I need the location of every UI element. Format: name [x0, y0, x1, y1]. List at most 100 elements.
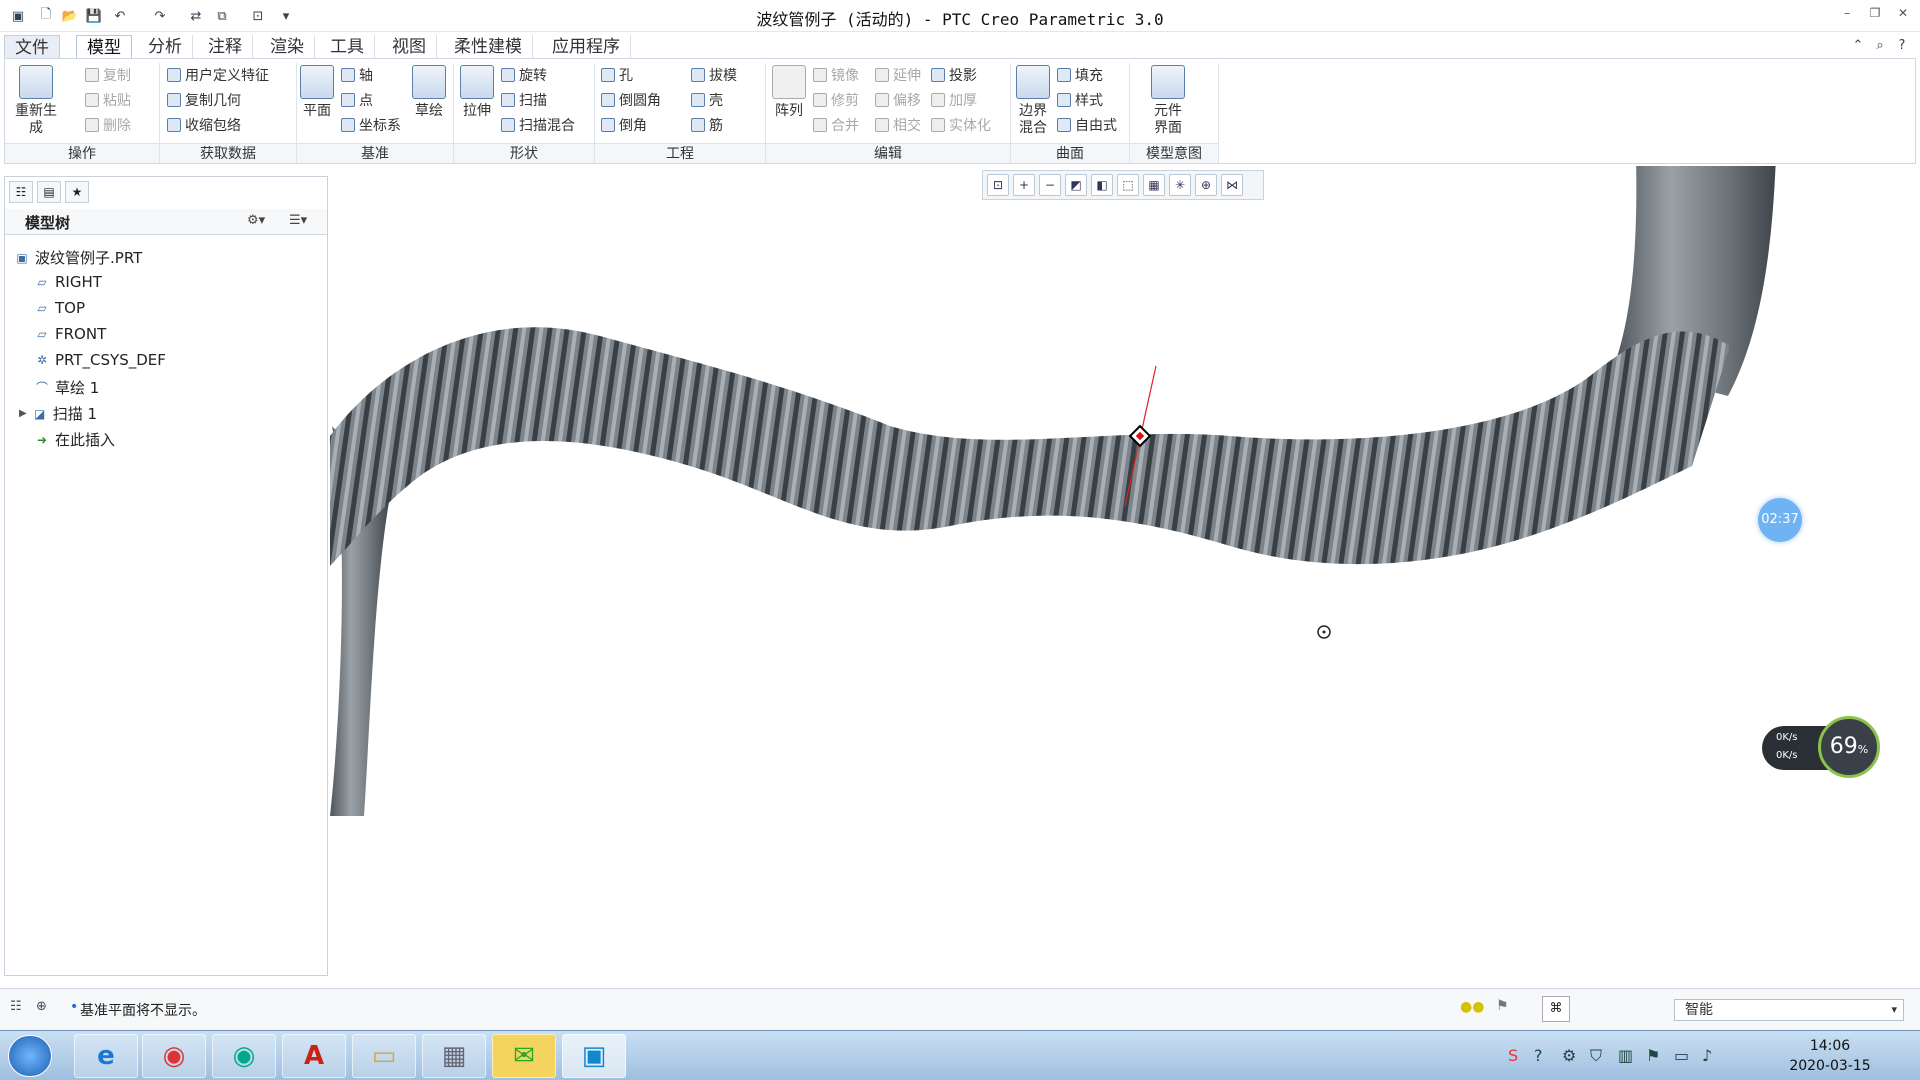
repaint-icon[interactable]: ◩ — [1065, 174, 1087, 196]
freestyle-button[interactable]: 自由式 — [1057, 115, 1117, 135]
collapse-ribbon-icon[interactable]: ⌃ — [1848, 35, 1868, 55]
refit-icon[interactable]: ⊡ — [987, 174, 1009, 196]
help-icon[interactable]: ? — [1892, 35, 1912, 55]
group-datum[interactable]: 基准 — [297, 143, 453, 163]
tab-tools[interactable]: 工具 — [320, 35, 375, 59]
chamfer-button[interactable]: 倒角 — [601, 115, 647, 135]
group-get-data[interactable]: 获取数据 — [160, 143, 296, 163]
chrome-taskbar-icon[interactable]: ◉ — [142, 1034, 206, 1078]
csys-button[interactable]: 坐标系 — [341, 115, 401, 135]
group-editing[interactable]: 编辑 — [766, 143, 1010, 163]
start-button[interactable] — [8, 1035, 52, 1077]
extend-button[interactable]: 延伸 — [875, 65, 921, 85]
flag-icon[interactable]: ⚑ — [1496, 998, 1509, 1014]
project-button[interactable]: 投影 — [931, 65, 977, 85]
volume-icon[interactable]: ♪ — [1702, 1046, 1712, 1065]
show-navigator-icon[interactable]: ☷ — [10, 999, 22, 1014]
regen-status-icon[interactable]: ●● — [1460, 999, 1484, 1015]
tab-analysis[interactable]: 分析 — [138, 35, 193, 59]
find-icon[interactable]: ⌘ — [1542, 996, 1570, 1022]
expand-arrow-icon[interactable]: ▶ — [19, 408, 27, 419]
datum-display-icon[interactable]: ✳ — [1169, 174, 1191, 196]
explorer-taskbar-icon[interactable]: ▭ — [352, 1034, 416, 1078]
pattern-button[interactable]: 阵列 — [769, 65, 809, 120]
monitor-tray-icon[interactable]: ▭ — [1674, 1046, 1689, 1065]
sogou-tray-icon[interactable]: S — [1508, 1046, 1518, 1065]
chrome-alt-taskbar-icon[interactable]: ◉ — [212, 1034, 276, 1078]
udf-button[interactable]: 用户定义特征 — [167, 65, 269, 85]
hole-button[interactable]: 孔 — [601, 65, 633, 85]
round-button[interactable]: 倒圆角 — [601, 90, 661, 110]
shield-icon[interactable]: ⛉ — [1590, 1046, 1602, 1066]
show-browser-icon[interactable]: ⊕ — [36, 999, 47, 1014]
model-tree-tab-icon[interactable]: ☷ — [9, 181, 33, 203]
tab-annotate[interactable]: 注释 — [198, 35, 253, 59]
regenerate-button[interactable]: 重新生成 — [11, 65, 61, 137]
extrude-button[interactable]: 拉伸 — [457, 65, 497, 120]
boundary-blend-button[interactable]: 边界混合 — [1011, 65, 1055, 137]
selection-filter-dropdown[interactable]: 智能 ▾ — [1674, 999, 1904, 1021]
tab-applications[interactable]: 应用程序 — [542, 35, 631, 59]
fill-button[interactable]: 填充 — [1057, 65, 1103, 85]
sweep-button[interactable]: 扫描 — [501, 90, 547, 110]
copy-button[interactable]: 复制 — [85, 65, 131, 85]
group-shapes[interactable]: 形状 — [454, 143, 594, 163]
minimize-icon[interactable]: – — [1836, 6, 1858, 26]
spin-center-icon[interactable]: ⊕ — [1195, 174, 1217, 196]
tree-node-sketch[interactable]: ⌒ 草绘 1 — [35, 377, 99, 398]
zoom-in-icon[interactable]: + — [1013, 174, 1035, 196]
rib-button[interactable]: 筋 — [691, 115, 723, 135]
point-button[interactable]: 点 — [341, 90, 373, 110]
flag-tray-icon[interactable]: ⚑ — [1646, 1046, 1660, 1065]
taskbar-clock[interactable]: 14:06 2020-03-15 — [1780, 1036, 1880, 1076]
revolve-button[interactable]: 旋转 — [501, 65, 547, 85]
tree-node-sweep[interactable]: ▶ ◪ 扫描 1 — [19, 403, 97, 424]
annotation-display-icon[interactable]: ⋈ — [1221, 174, 1243, 196]
restore-icon[interactable]: ❐ — [1864, 6, 1886, 26]
group-operations[interactable]: 操作 — [5, 143, 159, 163]
tree-columns-icon[interactable]: ☰▾ — [289, 213, 307, 228]
close-icon[interactable]: ✕ — [1892, 6, 1914, 26]
swept-blend-button[interactable]: 扫描混合 — [501, 115, 575, 135]
tab-render[interactable]: 渲染 — [260, 35, 315, 59]
wechat-taskbar-icon[interactable]: ✉ — [492, 1034, 556, 1078]
tree-node-insert-here[interactable]: ➜ 在此插入 — [35, 429, 115, 450]
axis-button[interactable]: 轴 — [341, 65, 373, 85]
shrinkwrap-button[interactable]: 收缩包络 — [167, 115, 241, 135]
sketch-button[interactable]: 草绘 — [409, 65, 449, 120]
search-icon[interactable]: ⌕ — [1870, 35, 1890, 55]
tree-settings-icon[interactable]: ⚙▾ — [247, 213, 265, 228]
draft-button[interactable]: 拔模 — [691, 65, 737, 85]
mirror-button[interactable]: 镜像 — [813, 65, 859, 85]
trim-button[interactable]: 修剪 — [813, 90, 859, 110]
cpu-usage-gauge[interactable]: 69% — [1818, 716, 1880, 778]
group-model-intent[interactable]: 模型意图 — [1130, 143, 1218, 163]
thicken-button[interactable]: 加厚 — [931, 90, 977, 110]
view-manager-icon[interactable]: ▦ — [1143, 174, 1165, 196]
group-engineering[interactable]: 工程 — [595, 143, 765, 163]
autocad-taskbar-icon[interactable]: A — [282, 1034, 346, 1078]
solidify-button[interactable]: 实体化 — [931, 115, 991, 135]
favorites-tab-icon[interactable]: ★ — [65, 181, 89, 203]
plane-button[interactable]: 平面 — [297, 65, 337, 120]
tree-node-front[interactable]: ▱ FRONT — [35, 325, 106, 343]
tab-file[interactable]: 文件 — [4, 35, 60, 59]
tree-node-top[interactable]: ▱ TOP — [35, 299, 85, 317]
graphics-window[interactable] — [330, 156, 1916, 986]
saved-orientations-icon[interactable]: ⬚ — [1117, 174, 1139, 196]
timer-bubble[interactable]: 02:37 — [1758, 498, 1802, 542]
merge-button[interactable]: 合并 — [813, 115, 859, 135]
creo-taskbar-icon[interactable]: ▣ — [562, 1034, 626, 1078]
help-tray-icon[interactable]: ? — [1534, 1046, 1543, 1065]
delete-button[interactable]: 删除 — [85, 115, 131, 135]
tree-node-csys[interactable]: ✲ PRT_CSYS_DEF — [35, 351, 166, 369]
battery-tray-icon[interactable]: ▥ — [1618, 1046, 1633, 1065]
shell-button[interactable]: 壳 — [691, 90, 723, 110]
tree-node-part[interactable]: ▣ 波纹管例子.PRT — [15, 247, 142, 268]
tree-node-right[interactable]: ▱ RIGHT — [35, 273, 102, 291]
ie-taskbar-icon[interactable]: e — [74, 1034, 138, 1078]
style-button[interactable]: 样式 — [1057, 90, 1103, 110]
tab-flexible-modeling[interactable]: 柔性建模 — [444, 35, 533, 59]
tab-view[interactable]: 视图 — [382, 35, 437, 59]
network-tray-icon[interactable]: ⚙ — [1562, 1046, 1576, 1065]
